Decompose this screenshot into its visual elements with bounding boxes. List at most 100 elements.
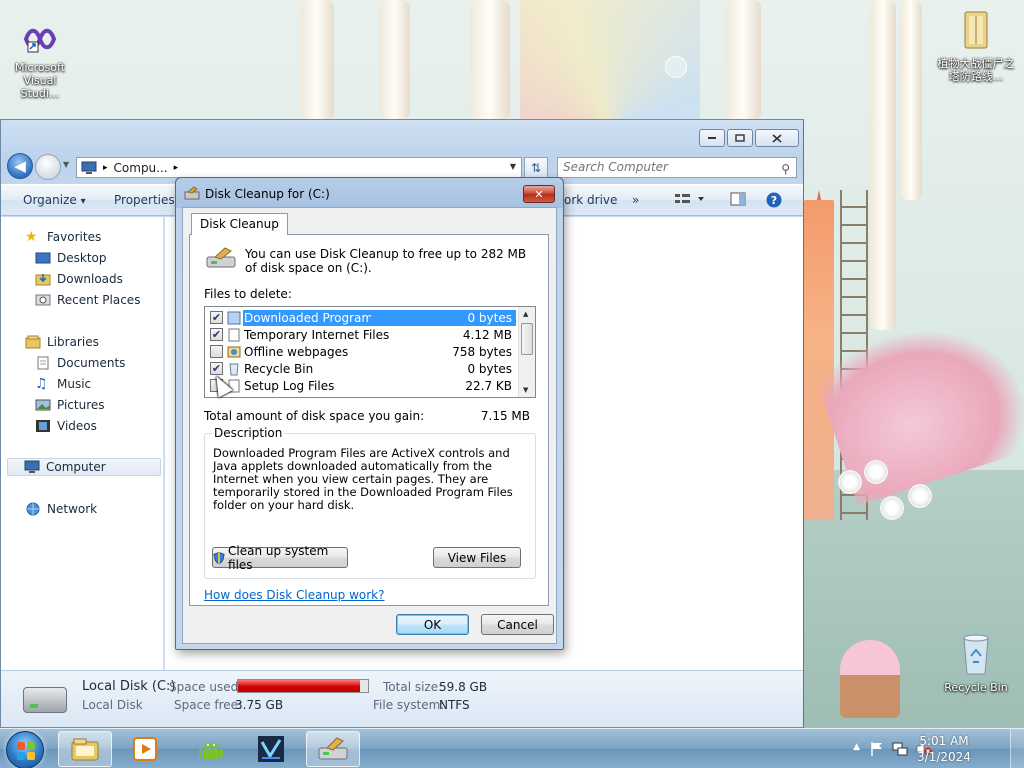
taskbar-disk-cleanup[interactable]	[306, 731, 360, 767]
ok-button[interactable]: OK	[396, 614, 469, 635]
dialog-close-button[interactable]: ✕	[523, 185, 555, 203]
dialog-title: Disk Cleanup for (C:)	[205, 187, 330, 201]
desktop-icon-recycle-bin[interactable]: Recycle Bin	[940, 632, 1012, 694]
network-status-icon[interactable]	[892, 741, 908, 757]
file-name: Downloaded Program Files	[243, 309, 404, 326]
list-item[interactable]: Offline webpages 758 bytes	[205, 343, 519, 360]
address-dropdown-icon[interactable]: ▼	[510, 162, 516, 171]
hard-disk-icon	[23, 687, 67, 713]
change-view-button[interactable]	[674, 192, 704, 210]
wallpaper-flower	[882, 498, 902, 518]
space-used-bar	[237, 679, 369, 693]
nav-pictures-label: Pictures	[57, 398, 105, 412]
file-checkbox[interactable]: ✔	[210, 328, 223, 341]
wallpaper-bubble	[665, 56, 687, 78]
list-scrollbar[interactable]: ▲ ▼	[518, 307, 535, 397]
wallpaper-tree	[470, 0, 510, 120]
search-icon[interactable]: ⚲	[781, 160, 790, 179]
wallpaper-tree	[870, 0, 896, 330]
list-item[interactable]: ✔ Recycle Bin 0 bytes	[205, 360, 519, 377]
close-button[interactable]	[755, 129, 799, 147]
computer-icon	[24, 460, 40, 473]
help-button[interactable]: ?	[766, 192, 782, 212]
cancel-button[interactable]: Cancel	[481, 614, 554, 635]
start-button[interactable]	[6, 731, 44, 768]
desktop-icon-folder[interactable]: 植物大战僵尸之塔防路线...	[934, 8, 1018, 83]
list-item[interactable]: ✔ Temporary Internet Files 4.12 MB	[205, 326, 519, 343]
taskbar-media-player[interactable]	[118, 731, 172, 767]
nav-libraries[interactable]: Libraries	[25, 333, 99, 351]
nav-videos[interactable]: Videos	[35, 417, 97, 435]
desktop-icon-label: 植物大战僵尸之塔防路线...	[937, 57, 1015, 83]
clock[interactable]: 5:01 AM 3/1/2024	[914, 733, 974, 765]
list-item[interactable]: ✔ Downloaded Program Files 0 bytes	[205, 309, 519, 326]
preview-pane-button[interactable]	[730, 192, 746, 210]
tab-disk-cleanup[interactable]: Disk Cleanup	[191, 213, 288, 235]
maximize-button[interactable]	[727, 129, 753, 147]
forward-button[interactable]	[35, 154, 61, 180]
back-button[interactable]: ◀	[7, 153, 33, 179]
organize-button[interactable]: Organize ▾	[23, 193, 86, 207]
wallpaper-flower	[910, 486, 930, 506]
videos-icon	[36, 420, 50, 432]
disk-cleanup-dialog: Disk Cleanup for (C:) ✕ Disk Cleanup You…	[175, 177, 564, 650]
nav-documents[interactable]: Documents	[35, 354, 125, 372]
nav-pictures[interactable]: Pictures	[35, 396, 105, 414]
nav-desktop[interactable]: Desktop	[35, 249, 107, 267]
list-item[interactable]: Setup Log Files 22.7 KB	[205, 377, 519, 394]
taskbar-video-editor[interactable]	[244, 731, 298, 767]
address-bar[interactable]: ▸ Compu... ▸ ▼	[76, 157, 522, 178]
file-size: 22.7 KB	[465, 378, 512, 393]
nav-computer-label: Computer	[46, 460, 106, 474]
show-desktop-button[interactable]	[1010, 729, 1024, 768]
file-name: Temporary Internet Files	[244, 327, 390, 342]
refresh-button[interactable]: ⇅	[524, 157, 548, 178]
nav-downloads-label: Downloads	[57, 272, 123, 286]
file-system-value: NTFS	[439, 698, 470, 712]
nav-music[interactable]: ♫ Music	[35, 375, 91, 393]
space-free-label: Space free:	[174, 698, 243, 712]
total-gain-label: Total amount of disk space you gain:	[204, 409, 425, 423]
scroll-up-icon[interactable]: ▲	[523, 310, 528, 318]
chevron-down-icon: ▾	[80, 196, 86, 207]
minimize-icon	[708, 137, 716, 139]
file-checkbox[interactable]	[210, 345, 223, 358]
libraries-icon	[25, 335, 41, 349]
action-center-flag-icon[interactable]	[870, 741, 884, 757]
desktop-icon-visual-studio[interactable]: Microsoft Visual Studi...	[4, 22, 76, 100]
file-size: 0 bytes	[371, 309, 516, 326]
help-link[interactable]: How does Disk Cleanup work?	[204, 588, 385, 602]
recent-pages-dropdown[interactable]: ▼	[63, 160, 69, 169]
nav-network[interactable]: Network	[25, 500, 97, 518]
minimize-button[interactable]	[699, 129, 725, 147]
wallpaper-tree	[300, 0, 334, 120]
info-text: You can use Disk Cleanup to free up to 2…	[245, 247, 527, 275]
wallpaper-tree	[900, 0, 922, 200]
scroll-thumb[interactable]	[521, 323, 533, 355]
downloads-icon	[35, 274, 51, 286]
file-checkbox[interactable]: ✔	[210, 311, 223, 324]
taskbar-android-studio[interactable]	[184, 731, 238, 767]
nav-downloads[interactable]: Downloads	[35, 270, 123, 288]
breadcrumb-computer[interactable]: Compu...	[114, 161, 168, 175]
map-network-drive-button[interactable]: ork drive	[564, 193, 617, 207]
scroll-down-icon[interactable]: ▼	[523, 386, 528, 394]
more-commands-button[interactable]: »	[632, 193, 639, 207]
organize-label: Organize	[23, 193, 77, 207]
nav-computer[interactable]: Computer	[7, 458, 161, 476]
file-size: 0 bytes	[467, 361, 512, 376]
nav-favorites[interactable]: ★ Favorites	[25, 228, 101, 246]
show-hidden-icons-icon[interactable]: ▲	[853, 742, 860, 752]
nav-recent-places[interactable]: Recent Places	[35, 291, 140, 309]
file-name: Setup Log Files	[244, 378, 335, 393]
wallpaper-flower	[840, 472, 860, 492]
clean-up-system-files-button[interactable]: Clean up system files	[212, 544, 348, 572]
caption-buttons	[699, 129, 799, 147]
properties-button[interactable]: Properties	[114, 193, 175, 207]
dialog-body: Disk Cleanup You can use Disk Cleanup to…	[182, 207, 557, 644]
taskbar-explorer[interactable]	[58, 731, 112, 767]
space-used-label: Space used:	[169, 680, 243, 694]
search-input[interactable]	[563, 160, 763, 174]
android-icon	[199, 743, 223, 759]
view-files-button[interactable]: View Files	[433, 547, 521, 568]
